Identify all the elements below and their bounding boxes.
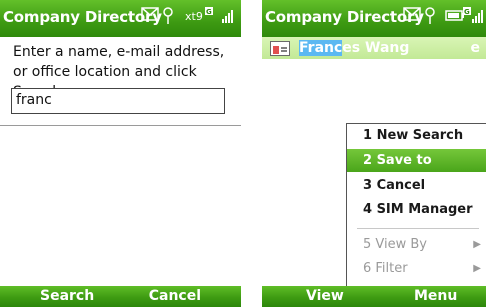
signal-antenna-icon: [162, 7, 174, 29]
svg-text:G: G: [464, 8, 470, 16]
menu-item-view-by[interactable]: 5 View By ▶: [347, 233, 486, 256]
title-bar: Company Directory G: [262, 0, 486, 37]
battery-icon: G: [445, 7, 471, 29]
menu-separator: [357, 228, 479, 229]
svg-text:G: G: [206, 8, 212, 16]
title-bar: Company Directory xt9 G: [0, 0, 241, 37]
popup-menu: 1 New Search 2 Save to Contacts 3 Cancel…: [346, 123, 486, 287]
cancel-softkey[interactable]: Cancel: [149, 288, 201, 304]
name-match-highlight: Franc: [299, 40, 343, 56]
result-truncated-text: e: [470, 40, 481, 56]
app-title: Company Directory: [265, 8, 424, 26]
menu-item-new-search[interactable]: 1 New Search: [347, 124, 486, 147]
name-rest: es Wang: [342, 40, 410, 56]
network-icon: xt9 G: [185, 7, 217, 29]
divider: [0, 125, 241, 126]
menu-item-save-to-contacts[interactable]: 2 Save to Contacts: [347, 149, 486, 191]
submenu-arrow-icon: ▶: [473, 239, 481, 250]
search-input[interactable]: [12, 89, 220, 111]
menu-item-filter[interactable]: 6 Filter ▶: [347, 257, 486, 280]
menu-item-view-by-label: 5 View By: [363, 237, 427, 252]
search-softkey[interactable]: Search: [40, 288, 94, 304]
menu-item-sim-manager[interactable]: 4 SIM Manager: [347, 198, 486, 221]
search-input-box[interactable]: [11, 88, 225, 114]
menu-softkey[interactable]: Menu: [414, 288, 457, 304]
menu-item-cancel[interactable]: 3 Cancel: [347, 174, 486, 197]
contact-card-icon: [270, 41, 290, 56]
envelope-icon: [141, 7, 159, 29]
view-softkey[interactable]: View: [306, 288, 344, 304]
svg-text:xt9: xt9: [185, 10, 203, 23]
results-screen: Company Directory G Frances Wang e 1 New…: [262, 0, 486, 307]
search-screen: Company Directory xt9 G Enter a name, e-m…: [0, 0, 241, 307]
app-title: Company Directory: [3, 8, 162, 26]
signal-antenna-icon: [424, 7, 436, 29]
softkey-bar: View Menu: [262, 286, 486, 307]
menu-item-filter-label: 6 Filter: [363, 261, 408, 276]
result-row[interactable]: Frances Wang e: [262, 37, 486, 59]
envelope-icon: [403, 7, 421, 29]
signal-strength-icon: [222, 7, 236, 29]
softkey-bar: Search Cancel: [0, 286, 241, 307]
signal-strength-icon: [472, 7, 486, 29]
submenu-arrow-icon: ▶: [473, 263, 481, 274]
result-name: Frances Wang: [299, 40, 409, 56]
